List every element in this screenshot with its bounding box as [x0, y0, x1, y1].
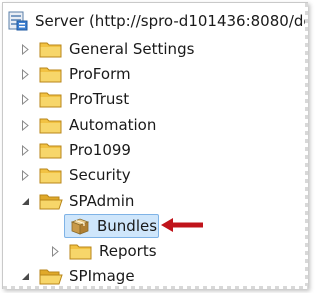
- bundle-icon: [68, 217, 92, 235]
- expand-arrow-icon[interactable]: [20, 68, 31, 80]
- collapse-arrow-icon[interactable]: [20, 196, 31, 207]
- server-icon: [7, 11, 29, 31]
- expand-arrow-icon[interactable]: [50, 245, 61, 257]
- tree-item-label: SPImage: [69, 267, 135, 285]
- folder-icon: [39, 116, 63, 134]
- tree-panel: Server (http://spro-d101436:8080/de Gene…: [2, 2, 308, 289]
- tree-item-label: Reports: [99, 242, 157, 260]
- tree-item-label: Security: [69, 166, 131, 184]
- tree-root-label: Server (http://spro-d101436:8080/de: [35, 12, 308, 30]
- folder-icon: [39, 65, 63, 83]
- tree-item-label: SPAdmin: [69, 192, 135, 210]
- expand-arrow-icon[interactable]: [20, 119, 31, 131]
- expand-arrow-icon[interactable]: [20, 93, 31, 105]
- folder-icon: [39, 166, 63, 184]
- torn-edge-bottom: [3, 286, 308, 289]
- tree-item-security[interactable]: Security: [20, 164, 131, 186]
- tree-item-label: General Settings: [69, 40, 195, 58]
- tree-item-reports[interactable]: Reports: [50, 240, 157, 262]
- tree-item-spimage[interactable]: SPImage: [20, 265, 135, 287]
- torn-edge-right: [305, 3, 308, 289]
- tree-item-proform[interactable]: ProForm: [20, 63, 131, 85]
- tree-item-label: Pro1099: [69, 141, 131, 159]
- tree-item-label: ProTrust: [69, 90, 130, 108]
- tree-item-general-settings[interactable]: General Settings: [20, 38, 194, 60]
- tree-item-pro1099[interactable]: Pro1099: [20, 139, 131, 161]
- tree-item-label: Automation: [69, 116, 157, 134]
- folder-icon: [69, 242, 93, 260]
- tree-item-spadmin[interactable]: SPAdmin: [20, 190, 134, 212]
- expand-arrow-icon[interactable]: [20, 144, 31, 156]
- callout-arrow-icon: [161, 218, 203, 232]
- tree-item-label: Bundles: [97, 217, 158, 235]
- tree-root-server[interactable]: Server (http://spro-d101436:8080/de: [7, 10, 308, 32]
- tree-item-label: ProForm: [69, 65, 131, 83]
- tree-item-automation[interactable]: Automation: [20, 114, 156, 136]
- folder-icon: [39, 90, 63, 108]
- expand-arrow-icon[interactable]: [20, 169, 31, 181]
- folder-icon: [39, 141, 63, 159]
- tree-item-bundles[interactable]: Bundles: [64, 214, 159, 238]
- collapse-arrow-icon[interactable]: [20, 271, 31, 282]
- folder-open-icon: [39, 267, 63, 285]
- folder-icon: [39, 40, 63, 58]
- tree-item-protrust[interactable]: ProTrust: [20, 88, 129, 110]
- folder-open-icon: [39, 192, 63, 210]
- expand-arrow-icon[interactable]: [20, 43, 31, 55]
